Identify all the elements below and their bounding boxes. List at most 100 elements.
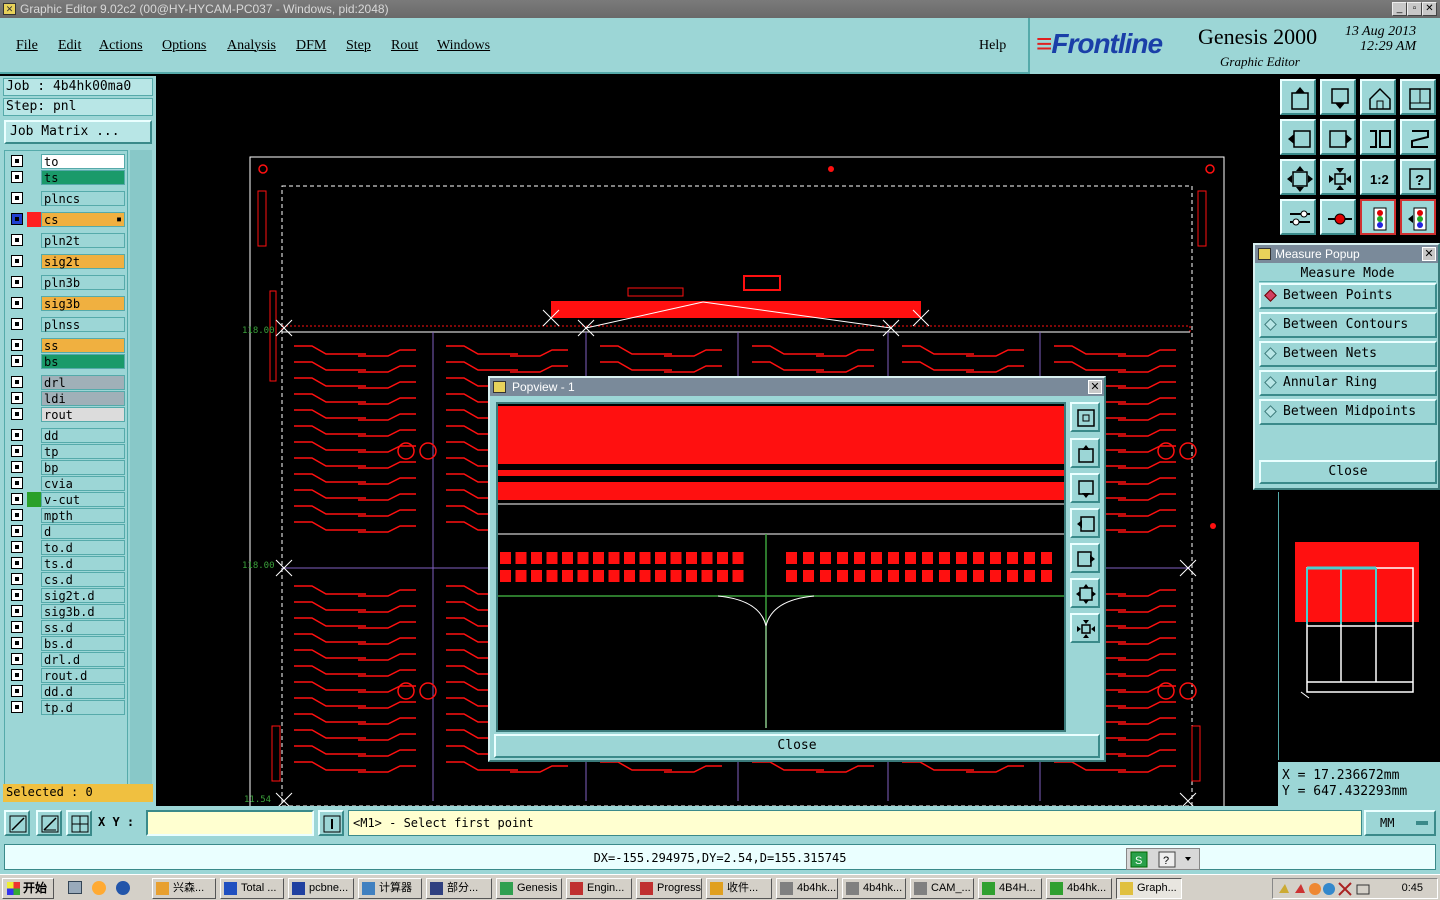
layer-name[interactable]: drl — [41, 375, 125, 390]
menu-step[interactable]: Step — [346, 38, 371, 54]
layer-name[interactable]: cs ▪ — [41, 212, 125, 227]
layer-color-swatch[interactable] — [27, 700, 41, 715]
layer-checkbox[interactable] — [11, 493, 23, 505]
popview-title[interactable]: Popview - 1 ✕ — [490, 378, 1104, 396]
layer-name[interactable]: bs.d — [41, 636, 125, 651]
layer-color-swatch[interactable] — [27, 684, 41, 699]
taskbar-item[interactable]: CAM_... — [910, 878, 974, 899]
xy-input[interactable] — [146, 810, 314, 836]
tool-button-snake[interactable] — [1400, 119, 1436, 155]
layer-name[interactable]: v-cut — [41, 492, 125, 507]
tool-button-center[interactable] — [1320, 159, 1356, 195]
layer-row-sig3b[interactable]: sig3b — [7, 296, 127, 311]
layer-color-swatch[interactable] — [27, 296, 41, 311]
layer-color-swatch[interactable] — [27, 588, 41, 603]
layer-name[interactable]: ts — [41, 170, 125, 185]
layer-checkbox[interactable] — [11, 355, 23, 367]
menu-analysis[interactable]: Analysis — [227, 38, 276, 54]
layer-color-swatch[interactable] — [27, 604, 41, 619]
taskbar-item[interactable]: Engin... — [566, 878, 632, 899]
popview-zoom-in-button[interactable] — [1070, 578, 1100, 608]
layer-color-swatch[interactable] — [27, 275, 41, 290]
layer-row-sig2t-d[interactable]: sig2t.d — [7, 588, 127, 603]
layer-checkbox[interactable] — [11, 637, 23, 649]
menu-file[interactable]: File — [16, 38, 38, 54]
taskbar-item[interactable]: 计算器 — [358, 878, 422, 899]
layer-checkbox[interactable] — [11, 339, 23, 351]
taskbar-item[interactable]: 4b4hk... — [776, 878, 838, 899]
layer-checkbox[interactable] — [11, 392, 23, 404]
taskbar-item[interactable]: Genesis — [496, 878, 562, 899]
maximize-button[interactable]: ▫ — [1407, 2, 1422, 16]
layer-name[interactable]: ss — [41, 338, 125, 353]
layer-row-sig2t[interactable]: sig2t — [7, 254, 127, 269]
layer-name[interactable]: drl.d — [41, 652, 125, 667]
layer-color-swatch[interactable] — [27, 620, 41, 635]
layer-name[interactable]: d — [41, 524, 125, 539]
units-dropdown[interactable]: MM — [1364, 810, 1436, 836]
layer-color-swatch[interactable] — [27, 460, 41, 475]
layer-name[interactable]: ldi — [41, 391, 125, 406]
popview-close-button[interactable]: Close — [494, 734, 1100, 758]
layer-row-cs-d[interactable]: cs.d — [7, 572, 127, 587]
layer-name[interactable]: tp — [41, 444, 125, 459]
layer-name[interactable]: sig3b — [41, 296, 125, 311]
measure-mode-button[interactable] — [36, 810, 62, 836]
layer-row-ss-d[interactable]: ss.d — [7, 620, 127, 635]
layer-row-bp[interactable]: bp — [7, 460, 127, 475]
layer-checkbox[interactable] — [11, 525, 23, 537]
layer-color-swatch[interactable] — [27, 375, 41, 390]
layer-name[interactable]: cs.d — [41, 572, 125, 587]
taskbar-item[interactable]: 4b4hk... — [842, 878, 906, 899]
layer-name[interactable]: dd — [41, 428, 125, 443]
layer-checkbox[interactable] — [11, 701, 23, 713]
layer-row-drl[interactable]: drl — [7, 375, 127, 390]
layer-checkbox[interactable] — [11, 171, 23, 183]
layer-color-swatch[interactable] — [27, 407, 41, 422]
layer-row-mpth[interactable]: mpth — [7, 508, 127, 523]
layer-color-swatch[interactable] — [27, 524, 41, 539]
layer-name[interactable]: plncs — [41, 191, 125, 206]
layer-color-swatch[interactable] — [27, 668, 41, 683]
browser-icon[interactable] — [116, 881, 130, 895]
layer-checkbox[interactable] — [11, 429, 23, 441]
menu-windows[interactable]: Windows — [437, 38, 490, 54]
tool-button-save[interactable] — [1320, 79, 1356, 115]
layer-name[interactable]: ss.d — [41, 620, 125, 635]
layer-name[interactable]: tp.d — [41, 700, 125, 715]
tool-button-home[interactable] — [1360, 79, 1396, 115]
menu-options[interactable]: Options — [162, 38, 206, 54]
layer-checkbox[interactable] — [11, 255, 23, 267]
minimize-button[interactable]: _ — [1392, 2, 1407, 16]
popview-pan-up-button[interactable] — [1070, 438, 1100, 468]
layer-row-dd[interactable]: dd — [7, 428, 127, 443]
tool-button-layer-select[interactable] — [1400, 199, 1436, 235]
taskbar-item[interactable]: Graph... — [1116, 878, 1182, 899]
layer-name[interactable]: bs — [41, 354, 125, 369]
measure-popup-close-icon[interactable]: ✕ — [1422, 247, 1436, 261]
tool-button-pan-right[interactable] — [1320, 119, 1356, 155]
layer-row-cs[interactable]: cs ▪ — [7, 212, 127, 227]
popview-pan-left-button[interactable] — [1070, 508, 1100, 538]
taskbar-item[interactable]: 收件... — [706, 878, 772, 899]
layer-color-swatch[interactable] — [27, 508, 41, 523]
layer-color-swatch[interactable] — [27, 354, 41, 369]
layer-name[interactable]: to.d — [41, 540, 125, 555]
layer-row-pln3b[interactable]: pln3b — [7, 275, 127, 290]
layer-color-swatch[interactable] — [27, 317, 41, 332]
layer-list-scrollbar[interactable] — [130, 150, 152, 794]
layer-checkbox[interactable] — [11, 213, 23, 225]
window-titlebar[interactable]: ✕ Graphic Editor 9.02c2 (00@HY-HYCAM-PC0… — [0, 0, 1440, 18]
layer-name[interactable]: sig2t.d — [41, 588, 125, 603]
layer-row-bs[interactable]: bs — [7, 354, 127, 369]
popview-canvas[interactable] — [496, 402, 1066, 732]
layer-checkbox[interactable] — [11, 477, 23, 489]
layer-row-dd-d[interactable]: dd.d — [7, 684, 127, 699]
layer-color-swatch[interactable] — [27, 154, 41, 169]
layer-row-plnss[interactable]: plnss — [7, 317, 127, 332]
layer-checkbox[interactable] — [11, 605, 23, 617]
layer-name[interactable]: pln2t — [41, 233, 125, 248]
layer-color-swatch[interactable] — [27, 191, 41, 206]
popview-pan-right-button[interactable] — [1070, 543, 1100, 573]
layer-name[interactable]: ts.d — [41, 556, 125, 571]
